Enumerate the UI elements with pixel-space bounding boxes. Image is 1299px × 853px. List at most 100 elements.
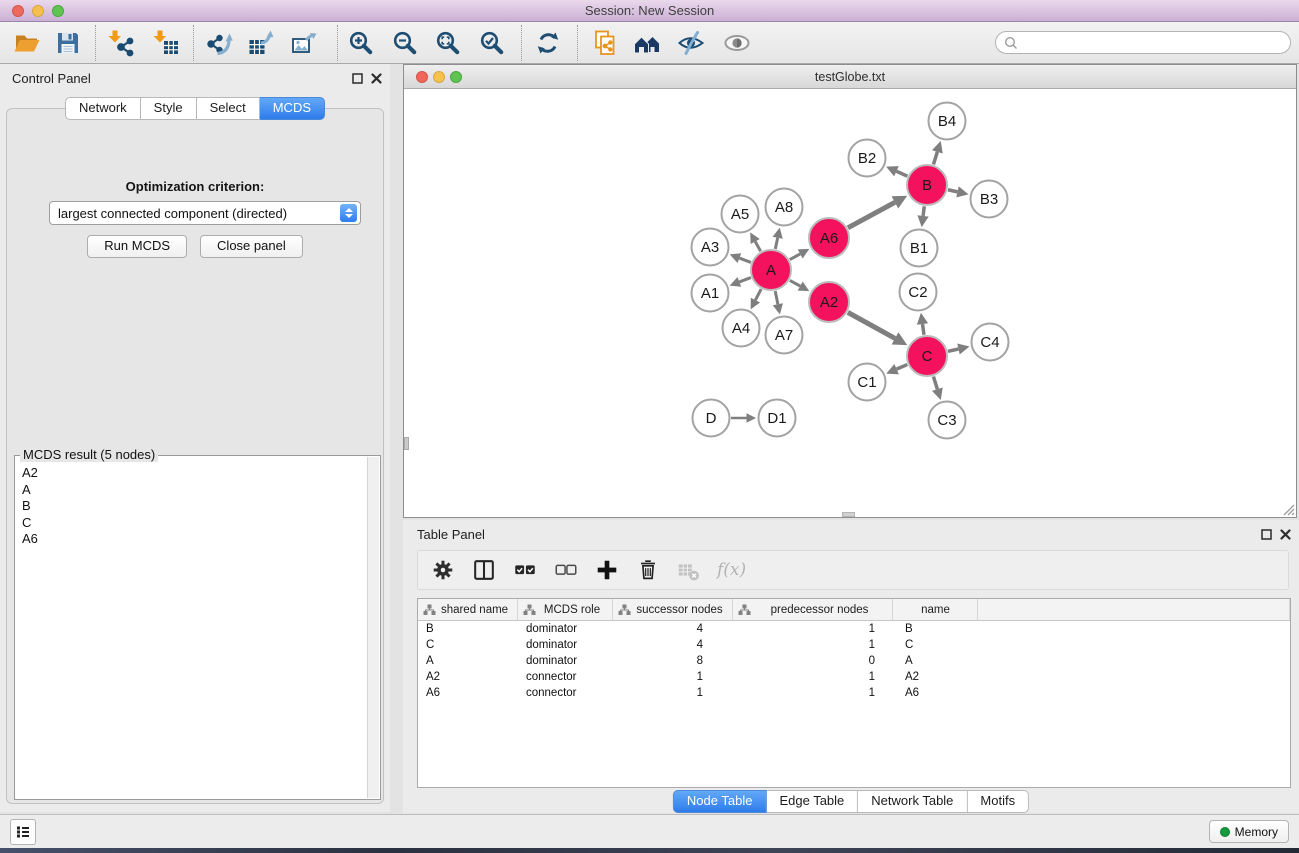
graph-node-D1[interactable]: D1 xyxy=(759,400,796,437)
add-column-button[interactable] xyxy=(594,557,620,583)
graph-edge-A-A5[interactable] xyxy=(755,241,760,251)
graph-edge-A-A1[interactable] xyxy=(739,278,751,282)
tab-network[interactable]: Network xyxy=(65,97,141,120)
table-cell[interactable]: A6 xyxy=(418,685,518,701)
graph-edge-B-B4[interactable] xyxy=(933,152,937,165)
close-table-panel-button[interactable] xyxy=(1278,527,1292,541)
graph-node-B4[interactable]: B4 xyxy=(929,103,966,140)
graph-node-C4[interactable]: C4 xyxy=(972,324,1009,361)
import-network-button[interactable] xyxy=(104,26,138,60)
table-cell[interactable]: 4 xyxy=(613,637,733,653)
scroll-thumb[interactable] xyxy=(404,437,409,450)
column-header-mcds-role[interactable]: MCDS role xyxy=(518,599,613,620)
graph-node-A1[interactable]: A1 xyxy=(692,275,729,312)
float-panel-button[interactable] xyxy=(350,71,364,85)
table-cell[interactable]: A2 xyxy=(418,669,518,685)
criterion-select[interactable]: largest connected component (directed) xyxy=(49,201,361,225)
graph-node-C[interactable]: C xyxy=(907,336,947,376)
scrollbar-track[interactable] xyxy=(367,457,379,798)
graph-edge-A-A7[interactable] xyxy=(775,291,778,304)
graph-node-A2[interactable]: A2 xyxy=(809,282,849,322)
table-row[interactable]: Cdominator41C xyxy=(418,637,1290,653)
scroll-thumb[interactable] xyxy=(842,512,855,517)
graph-edge-A-A6[interactable] xyxy=(790,254,800,260)
table-row[interactable]: A2connector11A2 xyxy=(418,669,1290,685)
table-cell[interactable]: 1 xyxy=(733,621,893,637)
graph-node-A8[interactable]: A8 xyxy=(766,189,803,226)
table-cell[interactable]: A xyxy=(893,653,978,669)
resize-grip[interactable] xyxy=(1281,502,1295,516)
zoom-fit-button[interactable] xyxy=(431,26,465,60)
tab-select[interactable]: Select xyxy=(197,97,260,120)
home-button[interactable] xyxy=(631,26,665,60)
tab-style[interactable]: Style xyxy=(141,97,197,120)
graph-edge-C-C3[interactable] xyxy=(933,377,937,390)
graph-node-C3[interactable]: C3 xyxy=(929,402,966,439)
table-cell[interactable]: C xyxy=(418,637,518,653)
column-header-shared-name[interactable]: shared name xyxy=(418,599,518,620)
export-network-button[interactable] xyxy=(202,26,236,60)
graph-node-B3[interactable]: B3 xyxy=(971,181,1008,218)
mcds-result-item[interactable]: A2 xyxy=(16,465,367,482)
table-cell[interactable]: dominator xyxy=(518,621,613,637)
open-session-button[interactable] xyxy=(10,26,44,60)
tab-mcds[interactable]: MCDS xyxy=(260,97,325,120)
graph-node-A4[interactable]: A4 xyxy=(723,310,760,347)
zoom-out-button[interactable] xyxy=(388,26,422,60)
table-cell[interactable]: connector xyxy=(518,685,613,701)
hide-selected-button[interactable] xyxy=(674,26,708,60)
graph-node-A3[interactable]: A3 xyxy=(692,229,729,266)
table-cell[interactable]: 1 xyxy=(733,637,893,653)
graph-node-A[interactable]: A xyxy=(751,250,791,290)
tab-node-table[interactable]: Node Table xyxy=(673,790,767,813)
memory-button[interactable]: Memory xyxy=(1209,820,1289,843)
graph-edge-B-B3[interactable] xyxy=(948,190,958,192)
graph-edge-B-B2[interactable] xyxy=(896,171,907,176)
run-mcds-button[interactable]: Run MCDS xyxy=(87,235,187,258)
table-cell[interactable]: dominator xyxy=(518,653,613,669)
deselect-all-button[interactable] xyxy=(553,557,579,583)
graph-edge-A-A3[interactable] xyxy=(739,258,751,262)
graph-node-B[interactable]: B xyxy=(907,165,947,205)
table-cell[interactable]: connector xyxy=(518,669,613,685)
table-settings-button[interactable] xyxy=(430,557,456,583)
graph-node-B2[interactable]: B2 xyxy=(849,140,886,177)
mcds-result-item[interactable]: B xyxy=(16,498,367,515)
table-cell[interactable]: A2 xyxy=(893,669,978,685)
graph-edge-A2-C[interactable] xyxy=(848,312,895,338)
zoom-selected-button[interactable] xyxy=(475,26,509,60)
table-cell[interactable]: A xyxy=(418,653,518,669)
table-cell[interactable]: B xyxy=(418,621,518,637)
table-cell[interactable]: 4 xyxy=(613,621,733,637)
table-cell[interactable]: A6 xyxy=(893,685,978,701)
graph-node-A6[interactable]: A6 xyxy=(809,218,849,258)
float-table-panel-button[interactable] xyxy=(1259,527,1273,541)
mcds-result-item[interactable]: A6 xyxy=(16,531,367,548)
table-row[interactable]: Adominator80A xyxy=(418,653,1290,669)
tab-motifs[interactable]: Motifs xyxy=(967,790,1029,813)
column-header-predecessor-nodes[interactable]: predecessor nodes xyxy=(733,599,893,620)
export-table-button[interactable] xyxy=(244,26,278,60)
graph-node-D[interactable]: D xyxy=(693,400,730,437)
table-row[interactable]: Bdominator41B xyxy=(418,621,1290,637)
table-cell[interactable]: 8 xyxy=(613,653,733,669)
network-canvas[interactable]: B4B2BB3A8A5A6A3B1AC2A1A2A4A7C4CC1DD1C3 xyxy=(404,89,1296,517)
graph-node-C2[interactable]: C2 xyxy=(900,274,937,311)
table-cell[interactable]: 1 xyxy=(613,669,733,685)
table-cell[interactable]: 1 xyxy=(733,685,893,701)
close-panel-button[interactable] xyxy=(369,71,383,85)
graph-edge-C-C2[interactable] xyxy=(922,324,924,335)
graph-node-A7[interactable]: A7 xyxy=(766,317,803,354)
graph-edge-C-C1[interactable] xyxy=(897,365,908,370)
graph-edge-A-A4[interactable] xyxy=(755,289,761,300)
table-cell[interactable]: B xyxy=(893,621,978,637)
graph-edge-A-A2[interactable] xyxy=(790,280,800,286)
graph-node-A5[interactable]: A5 xyxy=(722,196,759,233)
delete-column-button[interactable] xyxy=(635,557,661,583)
tab-edge-table[interactable]: Edge Table xyxy=(766,790,858,813)
search-input[interactable] xyxy=(1023,36,1290,50)
tab-network-table[interactable]: Network Table xyxy=(858,790,967,813)
new-network-button[interactable] xyxy=(589,26,623,60)
table-cell[interactable]: 0 xyxy=(733,653,893,669)
column-header-name[interactable]: name xyxy=(893,599,978,620)
